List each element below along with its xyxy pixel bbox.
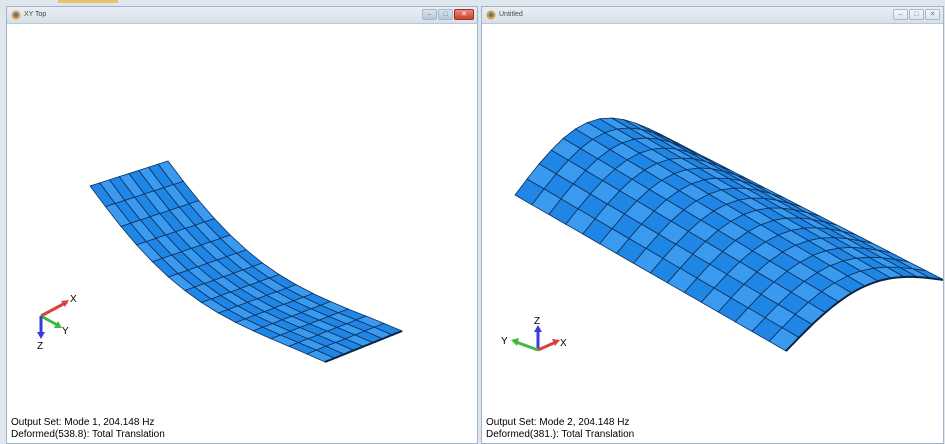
x-axis-label: X (70, 294, 77, 305)
z-axis-label: Z (534, 316, 540, 327)
close-icon[interactable]: ✕ (454, 9, 474, 20)
view-window-right[interactable]: Untitled – □ ✕ Z X Y Output Set: Mode 2,… (481, 6, 944, 444)
output-set-text: Output Set: Mode 1, 204.148 Hz (11, 417, 155, 428)
maximize-icon[interactable]: □ (438, 9, 453, 20)
y-axis-label: Y (501, 336, 508, 347)
minimize-icon[interactable]: – (422, 9, 437, 20)
z-axis-label: Z (37, 341, 43, 352)
close-icon[interactable]: ✕ (925, 9, 940, 20)
maximize-icon[interactable]: □ (909, 9, 924, 20)
output-info: Output Set: Mode 2, 204.148 Hz Deformed(… (486, 417, 634, 441)
window-title: Untitled (499, 11, 523, 18)
axis-triad: Z X Y (501, 316, 567, 352)
taskbar-accent (58, 0, 118, 3)
title-bar[interactable]: Untitled – □ ✕ (482, 7, 943, 24)
output-set-text: Output Set: Mode 2, 204.148 Hz (486, 417, 630, 428)
desktop: XY Top – □ ✕ X Y Z Output Set: Mode 1, 2… (0, 0, 945, 444)
axis-triad: X Y Z (37, 294, 77, 352)
deformed-text: Deformed(381.): Total Translation (486, 429, 635, 440)
deformed-plate-mesh (514, 117, 943, 352)
y-axis-label: Y (62, 326, 69, 337)
graphics-viewport[interactable]: Z X Y Output Set: Mode 2, 204.148 Hz Def… (482, 24, 943, 443)
femap-app-icon (11, 10, 21, 20)
deformed-plate-mesh (89, 160, 404, 363)
window-controls: – □ ✕ (422, 9, 474, 21)
femap-app-icon (486, 10, 496, 20)
deformed-text: Deformed(538.8): Total Translation (11, 429, 165, 440)
x-axis-arrow (537, 340, 557, 352)
x-axis-label: X (560, 338, 567, 349)
view-window-left[interactable]: XY Top – □ ✕ X Y Z Output Set: Mode 1, 2… (6, 6, 478, 444)
y-axis-arrow (515, 340, 539, 352)
graphics-viewport[interactable]: X Y Z Output Set: Mode 1, 204.148 Hz Def… (7, 24, 477, 443)
title-bar[interactable]: XY Top – □ ✕ (7, 7, 477, 24)
minimize-icon[interactable]: – (893, 9, 908, 20)
window-controls: – □ ✕ (893, 9, 940, 21)
output-info: Output Set: Mode 1, 204.148 Hz Deformed(… (11, 417, 165, 441)
window-title: XY Top (24, 11, 47, 18)
